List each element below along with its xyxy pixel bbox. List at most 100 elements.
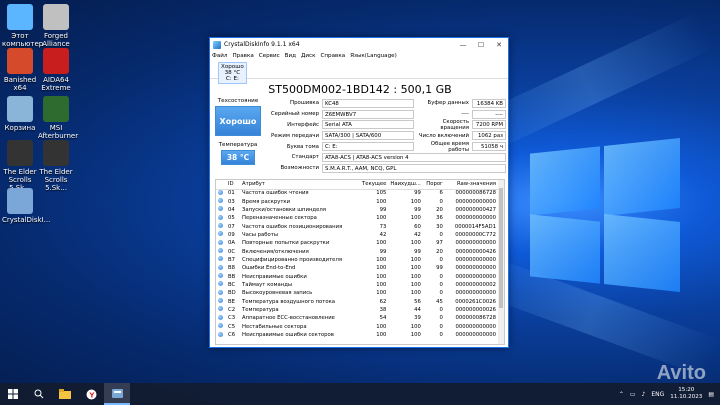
menu-language[interactable]: Язык(Language) [350, 53, 397, 59]
volume-icon[interactable]: ♪ [642, 391, 646, 398]
language-indicator[interactable]: ENG [651, 391, 664, 398]
status-dot-icon [218, 223, 223, 229]
status-dot-cell [216, 272, 226, 280]
menu-disk[interactable]: Диск [301, 53, 315, 59]
smart-attribute: Часы работы [242, 231, 279, 238]
search-icon [34, 389, 44, 399]
crystaldiskinfo-taskbar-button[interactable] [104, 383, 130, 405]
menu-help[interactable]: Справка [320, 53, 345, 59]
network-icon[interactable]: ▭ [630, 391, 636, 398]
smart-table-panel[interactable]: ID Атрибут Текущее Наихудш... Порог Raw-… [215, 179, 505, 345]
smart-current: 100 [376, 198, 387, 205]
col-id[interactable]: ID [226, 180, 240, 190]
col-worst[interactable]: Наихудш... [388, 180, 423, 190]
crystaldiskinfo-window[interactable]: CrystalDiskInfo 9.1.1 x64 — ☐ ✕ Файл Пра… [209, 37, 509, 348]
table-row[interactable]: 03 Время раскрутки 100 100 0 000000000000 [216, 197, 504, 205]
status-dot-cell [216, 189, 226, 197]
smart-current: 100 [376, 332, 387, 339]
table-row[interactable]: 0A Повторные попытки раскрутки 100 100 97 000… [216, 239, 504, 247]
smart-threshold: 0 [439, 306, 443, 313]
desktop-icon-label: Этот компьютер [2, 32, 44, 48]
desktop-icon[interactable]: CrystalDiskI... [2, 188, 51, 224]
menu-view[interactable]: Вид [285, 53, 296, 59]
menu-edit[interactable]: Правка [232, 53, 253, 59]
smart-id: C3 [228, 315, 236, 322]
smart-attribute: Неисправимые ошибки секторов [242, 332, 334, 339]
menu-service[interactable]: Сервис [259, 53, 280, 59]
table-row[interactable]: 07 Частота ошибок позиционирования 73 60 30 0… [216, 222, 504, 230]
scrollbar-thumb[interactable] [499, 188, 503, 308]
table-row[interactable]: BC Таймаут команды 100 100 0 000000000002 [216, 281, 504, 289]
menu-file[interactable]: Файл [212, 53, 227, 59]
title-bar[interactable]: CrystalDiskInfo 9.1.1 x64 — ☐ ✕ [210, 38, 508, 51]
desktop-icon-label: CrystalDiskI... [2, 216, 51, 224]
col-status[interactable] [216, 180, 226, 190]
desktop-icon[interactable]: Forged Alliance [38, 4, 74, 48]
desktop-icon[interactable]: Этот компьютер [2, 4, 44, 48]
firmware-label: Прошивка [290, 100, 319, 107]
table-row[interactable]: B7 Специфицированно производителя 100 100 0 0… [216, 256, 504, 264]
desktop-icon[interactable]: Banished x64 [2, 48, 38, 92]
col-raw[interactable]: Raw-значения [444, 180, 504, 190]
desktop-icon[interactable]: The Elder Scrolls 5.Sk... [2, 140, 38, 192]
table-row[interactable]: C3 Аппаратное ECC-восстановление 54 39 0 0000… [216, 314, 504, 322]
table-row[interactable]: 05 Переназначенные сектора 100 100 36 0000000… [216, 214, 504, 222]
col-attribute[interactable]: Атрибут [240, 180, 360, 190]
smart-current: 38 [379, 306, 387, 313]
info-right: Буфер данных 16384 KB ---- ---- Скорость в… [414, 98, 506, 153]
smart-id: 03 [228, 198, 235, 205]
drive-tab[interactable]: Хорошо 38 °C C: E: [218, 62, 247, 84]
table-row[interactable]: 0C Включения/отключения 99 99 20 000000000426 [216, 247, 504, 255]
table-row[interactable]: 04 Запуски/остановки шпинделя 99 99 20 000000… [216, 206, 504, 214]
yandex-browser-button[interactable]: Y [78, 383, 104, 405]
start-button[interactable] [0, 383, 26, 405]
smart-attribute: Частота ошибок позиционирования [242, 223, 343, 230]
status-dot-cell [216, 306, 226, 314]
smart-threshold: 0 [439, 256, 443, 263]
desktop-icon[interactable]: MSI Afterburner [38, 96, 78, 140]
desktop-icon[interactable]: Корзина [2, 96, 38, 132]
desktop-icon[interactable]: The Elder Scrolls 5.Sk... [38, 140, 74, 192]
standard-label: Стандарт [291, 154, 319, 161]
smart-current: 100 [376, 323, 387, 330]
temperature-label: Температура [218, 142, 258, 148]
smart-attribute: Ошибки End-to-End [242, 265, 296, 272]
smart-id: BC [228, 281, 236, 288]
smart-raw: 000000000000 [455, 290, 496, 297]
table-row[interactable]: C6 Неисправимые ошибки секторов 100 100 0 000… [216, 331, 504, 339]
minimize-button[interactable]: — [454, 41, 472, 49]
col-current[interactable]: Текущее [360, 180, 389, 190]
power-hours-value: 51058 ч [472, 142, 506, 152]
table-row[interactable]: BD Высокоуровневая запись 100 100 0 000000000… [216, 289, 504, 297]
smart-scrollbar[interactable] [498, 180, 504, 344]
smart-worst: 100 [410, 323, 421, 330]
notifications-icon[interactable]: ▤ [708, 391, 714, 398]
smart-threshold: 20 [436, 206, 443, 213]
health-status-button[interactable]: Хорошо [215, 106, 261, 136]
msi-afterburner-icon [43, 96, 69, 122]
clock[interactable]: 15:20 11.10.2023 [670, 387, 702, 401]
table-row[interactable]: B8 Ошибки End-to-End 100 100 99 000000000000 [216, 264, 504, 272]
crystaldiskinfo-icon [7, 188, 33, 214]
table-row[interactable]: C5 Нестабильные сектора 100 100 0 00000000000… [216, 323, 504, 331]
maximize-button[interactable]: ☐ [472, 41, 490, 49]
close-button[interactable]: ✕ [490, 41, 508, 49]
table-row[interactable]: 09 Часы работы 42 42 0 00000000C772 [216, 231, 504, 239]
desktop-icon[interactable]: AIDA64 Extreme [38, 48, 74, 92]
table-row[interactable]: BB Неисправимые ошибки 100 100 0 000000000000 [216, 272, 504, 280]
table-row[interactable]: BE Температура воздушного потока 62 56 45 000… [216, 297, 504, 305]
col-threshold[interactable]: Порог [422, 180, 445, 190]
table-row[interactable]: 01 Частота ошибок чтения 105 99 6 00000008672… [216, 189, 504, 197]
table-row[interactable]: C2 Температура 38 44 0 000000000026 [216, 306, 504, 314]
file-explorer-button[interactable] [52, 383, 78, 405]
search-button[interactable] [26, 383, 52, 405]
transfer-label: Режим передачи [270, 132, 319, 139]
smart-threshold: 0 [439, 290, 443, 297]
svg-text:Y: Y [88, 391, 95, 399]
smart-id: 07 [228, 223, 235, 230]
buffer-value: 16384 KB [472, 98, 506, 108]
smart-worst: 100 [410, 281, 421, 288]
smart-current: 99 [379, 248, 387, 255]
status-dot-icon [218, 314, 223, 320]
chevron-up-icon[interactable]: ⌃ [619, 391, 624, 398]
